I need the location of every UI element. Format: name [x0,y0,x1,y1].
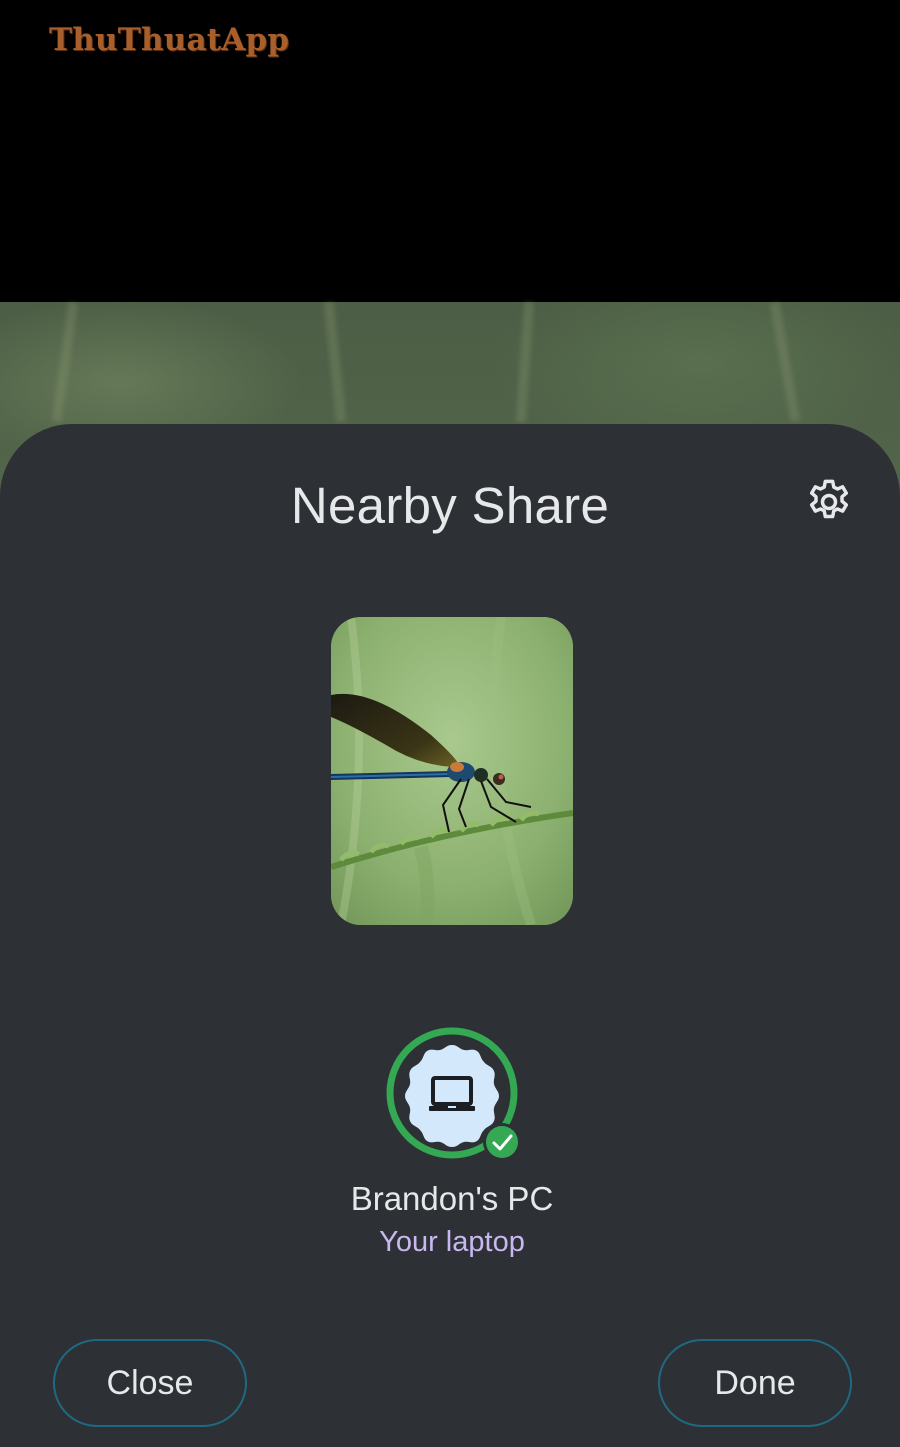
screen: ThuThuatApp Nearby Share Brandon's PC Yo… [0,0,900,1447]
close-button[interactable]: Close [53,1339,247,1427]
shared-image-preview [331,617,573,925]
check-icon [486,1126,518,1158]
done-button[interactable]: Done [658,1339,852,1427]
dragonfly-photo [331,617,573,925]
device-avatar [386,1027,521,1161]
settings-button[interactable] [803,476,855,528]
scalloped-badge [405,1045,499,1147]
device-target-brandons-pc[interactable] [385,1026,521,1162]
device-subtitle: Your laptop [379,1226,525,1258]
watermark-logo: ThuThuatApp [49,22,290,58]
gear-icon [809,479,849,519]
device-name: Brandon's PC [350,1180,554,1217]
nearby-share-sheet [0,424,900,1447]
sheet-title: Nearby Share [290,477,610,534]
